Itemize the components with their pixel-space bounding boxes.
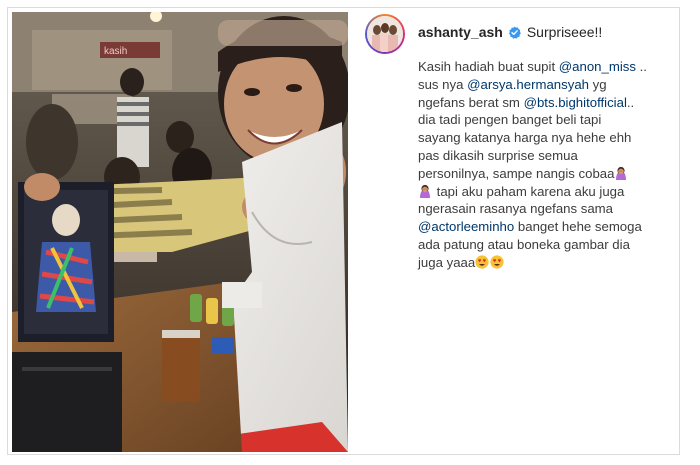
caption-text: banget hehe semoga: [514, 219, 642, 235]
post-headline: ashanty_ash Surpriseee!!: [418, 24, 602, 40]
post-header: ashanty_ash Surpriseee!!: [362, 8, 680, 60]
post-details: ashanty_ash Surpriseee!! Kasih hadiah bu…: [362, 8, 680, 454]
store-sign-text: kasih: [104, 46, 127, 57]
avatar[interactable]: [365, 14, 405, 54]
woman-facepalming-emoji: [616, 166, 627, 180]
caption-text: ..: [635, 59, 647, 74]
caption-text: Kasih hadiah buat supit: [418, 59, 559, 74]
caption-text: ngerasain rasanya ngefans sama: [418, 201, 614, 217]
caption-text: ngefans berat sm: [418, 94, 524, 110]
verified-badge-icon: [508, 25, 521, 39]
woman-facepalming-emoji: [420, 184, 430, 198]
mention-link[interactable]: @arsya.hermansyah: [467, 77, 589, 92]
mention-link[interactable]: @bts.bighitofficial: [524, 95, 627, 110]
caption-text: juga yaaa: [418, 254, 476, 270]
caption-text: sus nya: [418, 76, 468, 92]
username-link[interactable]: ashanty_ash: [418, 24, 503, 40]
post-photo[interactable]: kasih: [12, 12, 348, 452]
caption-text: ..: [626, 94, 635, 110]
caption-text: sayang katanya harga nya hehe ehh: [418, 130, 632, 146]
avatar-photo-icon: [367, 16, 403, 52]
photo-illustration: kasih: [12, 12, 348, 452]
caption-text: ada patung atau boneka gambar dia: [418, 236, 630, 252]
mention-link[interactable]: @anon_miss: [559, 59, 636, 74]
caption-text: tapi aku paham karena aku juga: [433, 183, 625, 199]
caption-text: dia tadi pengen banget beli tapi: [418, 112, 602, 128]
heart-eyes-emoji: [475, 255, 489, 269]
heart-eyes-emoji: [490, 255, 504, 269]
post-caption: Kasih hadiah buat supit @anon_miss .. su…: [418, 58, 676, 272]
caption-text: yg: [589, 76, 607, 92]
caption-text: pas dikasih surprise semua: [418, 147, 578, 163]
post-title-text: Surpriseee!!: [526, 24, 603, 40]
mention-link[interactable]: @actorleeminho: [418, 219, 514, 234]
avatar-image: [367, 16, 403, 52]
caption-text: personilnya, sampe nangis cobaa: [418, 165, 615, 181]
